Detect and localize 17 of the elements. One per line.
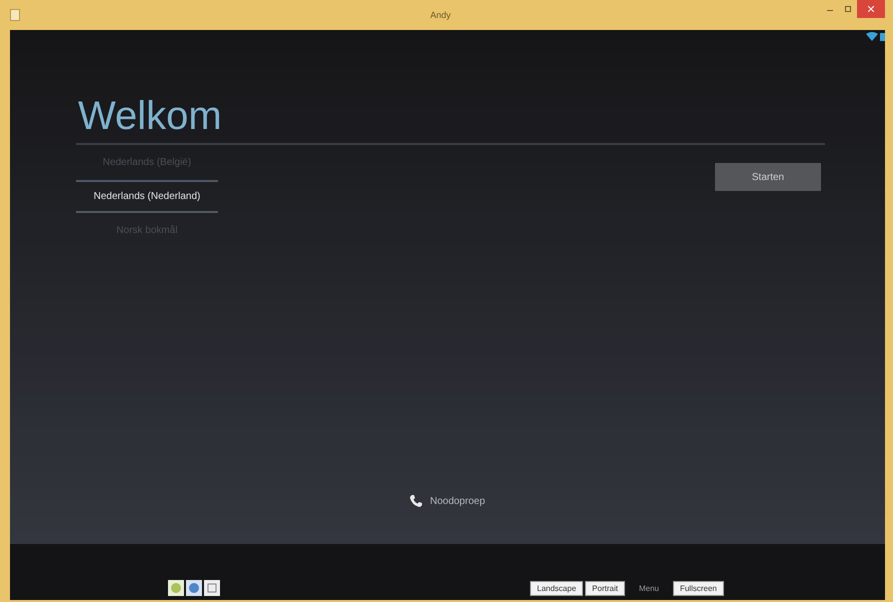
wifi-icon	[866, 32, 878, 41]
emergency-call-button[interactable]: Noodoproep	[404, 494, 492, 508]
close-button[interactable]	[857, 0, 885, 18]
battery-icon	[880, 32, 885, 41]
phone-icon	[410, 495, 422, 507]
language-option[interactable]: Nederlands (Nederland)	[76, 180, 218, 213]
app-icon	[10, 9, 20, 21]
orientation-button[interactable]: Landscape	[530, 581, 584, 596]
welcome-heading: Welkom	[76, 30, 825, 145]
orientation-button[interactable]: Portrait	[585, 581, 625, 596]
window-title: Andy	[430, 10, 451, 20]
maximize-icon	[845, 6, 851, 12]
fullscreen-button[interactable]: Fullscreen	[672, 581, 724, 596]
status-label: Menu	[638, 584, 659, 593]
close-icon	[868, 6, 874, 12]
window-icon[interactable]	[204, 580, 220, 596]
start-button[interactable]: Starten	[715, 163, 821, 191]
